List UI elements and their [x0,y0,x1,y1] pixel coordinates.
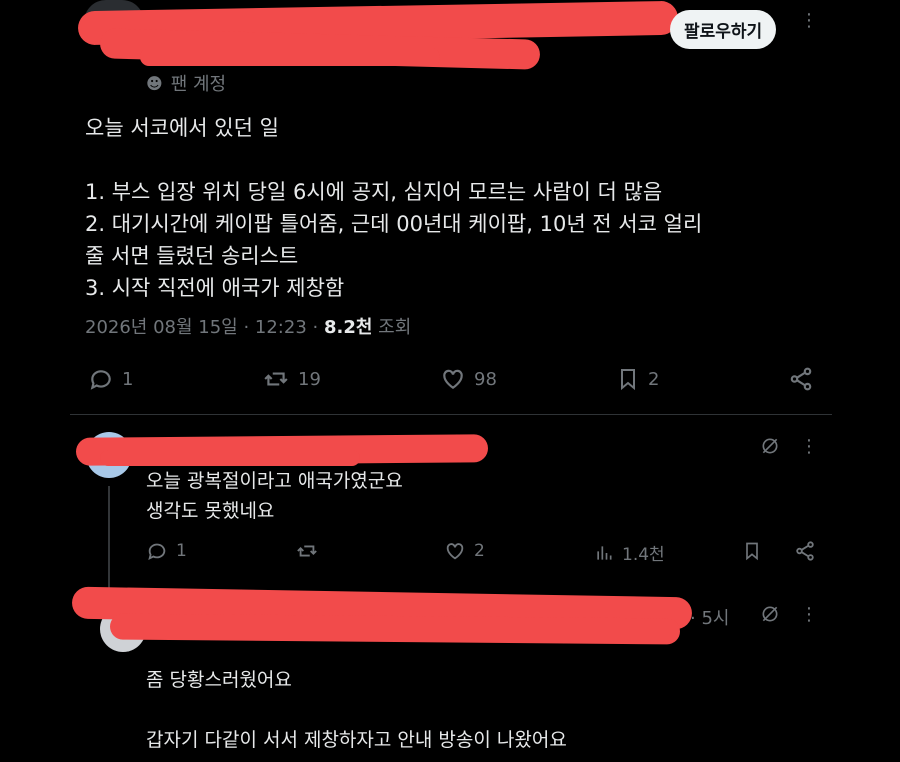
redaction-scribble [100,450,360,466]
share-icon [796,541,814,561]
reply-reply-button[interactable]: 1 [146,540,187,562]
repost-icon [264,372,288,386]
bookmark-icon [746,542,758,561]
views-icon [597,545,612,560]
reply-text: 오늘 광복절이라고 애국가였군요 생각도 못했네요 [146,470,403,522]
post-text: 오늘 서코에서 있던 일 1. 부스 입장 위치 당일 6시에 공지, 심지어 … [85,116,703,300]
reply-more-icon[interactable]: ⋮ [800,604,818,625]
thread-line [108,486,110,588]
views-label: 조회 [372,317,412,338]
more-options-icon[interactable]: ⋮ [800,10,818,31]
reply-text: 좀 당황스러웠어요 갑자기 다같이 서서 제창하자고 안내 방송이 나왔어요 [146,669,567,751]
reply-bookmark-button[interactable] [742,540,762,562]
heart-icon [443,369,463,389]
bookmark-button[interactable]: 2 [616,366,659,392]
repost-button[interactable]: 19 [262,366,321,392]
grok-icon[interactable] [760,604,780,628]
reply-time[interactable]: · 5시 [690,604,729,630]
fan-account-icon: ☻ [146,73,163,93]
reply-like-button[interactable]: 2 [444,540,485,562]
reply-share-button[interactable] [794,540,816,562]
follow-button[interactable]: 팔로우하기 [670,10,777,49]
views-count: 8.2천 [323,317,373,338]
post-meta: 2026년 08월 15일 · 12:23 · 8.2천 조회 [85,313,411,339]
reply-more-icon[interactable]: ⋮ [800,436,818,457]
reply-views-button[interactable]: 1.4천 [594,540,665,565]
reply-repost-button[interactable] [296,540,326,562]
share-button[interactable] [788,366,814,392]
reply-icon [148,543,166,561]
like-button[interactable]: 98 [440,366,497,392]
heart-icon [446,543,464,560]
account-tag: ☻ 팬 계정 [146,73,227,96]
reply-button[interactable]: 1 [88,366,133,392]
redaction-scribble [140,48,440,66]
bookmark-icon [621,369,635,391]
post-timestamp[interactable]: 2026년 08월 15일 · 12:23 · [85,317,324,338]
divider [70,414,832,415]
grok-icon[interactable] [760,436,780,460]
repost-icon [297,545,317,557]
redaction-scribble [109,613,681,645]
share-icon [790,367,812,391]
reply-icon [90,370,111,390]
